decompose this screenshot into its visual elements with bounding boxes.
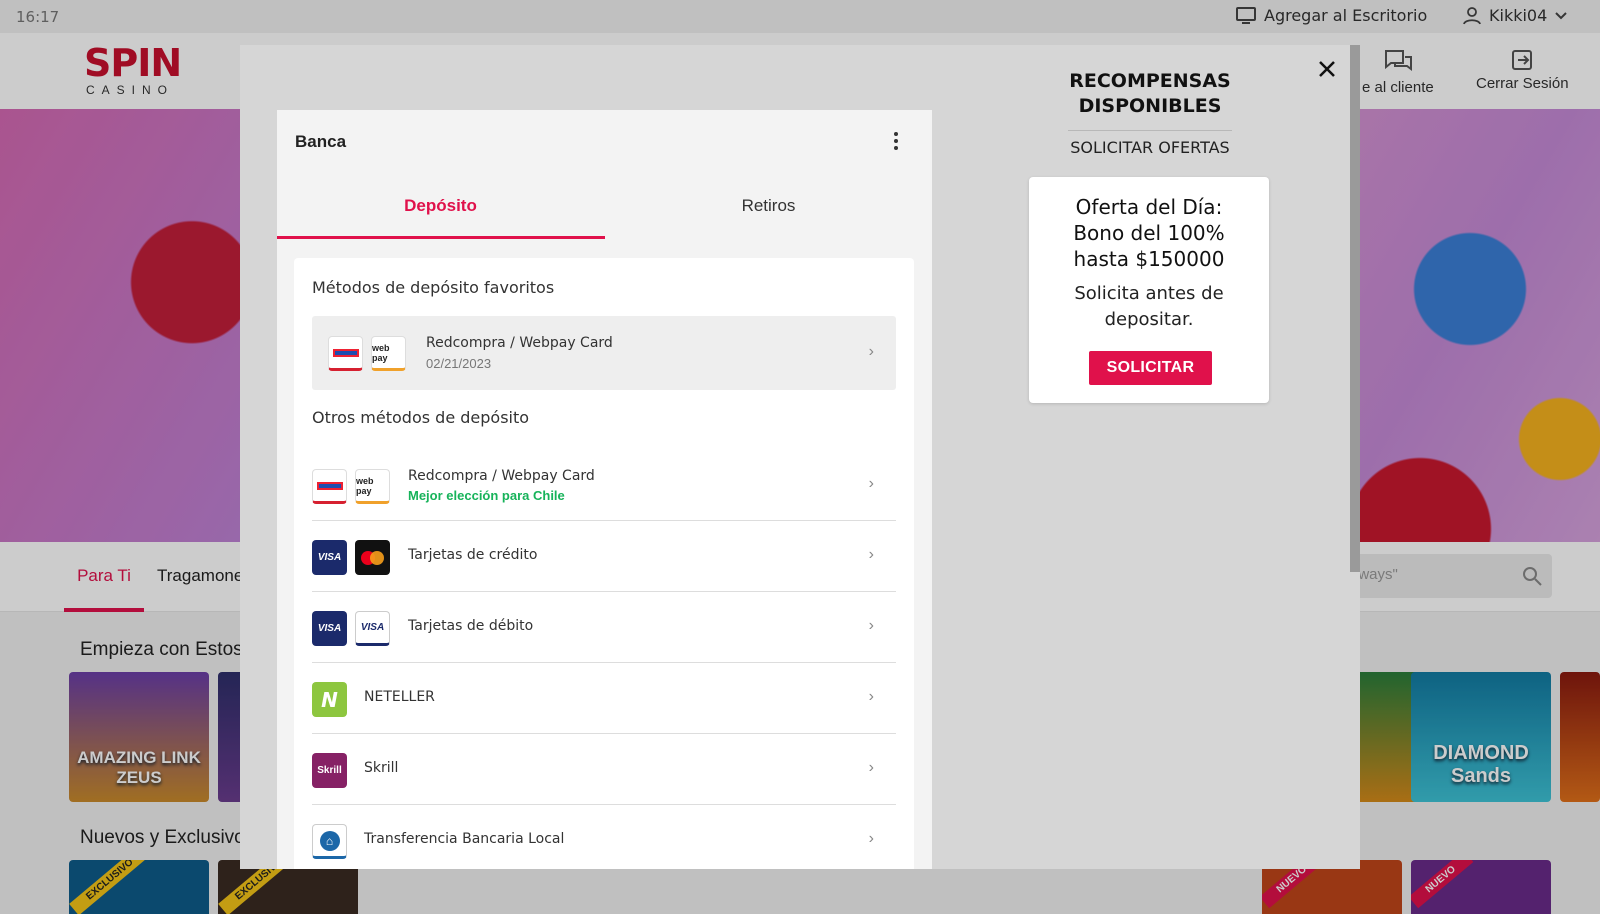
redcompra-logo [312, 469, 347, 504]
webpay-logo: web pay [355, 469, 390, 504]
last-used-date: 02/21/2023 [426, 356, 492, 371]
chevron-right-icon: › [868, 759, 874, 776]
mastercard-logo [355, 540, 390, 575]
method-name: Redcompra / Webpay Card [408, 468, 595, 484]
method-row-skrill[interactable]: Skrill Skrill › [312, 735, 896, 805]
close-icon [1319, 61, 1335, 77]
deposit-methods-card: Métodos de depósito favoritos web pay Re… [294, 258, 914, 869]
skrill-logo: Skrill [312, 753, 347, 788]
more-options-icon[interactable] [890, 130, 902, 152]
method-row-debit-cards[interactable]: VISA VISA Tarjetas de débito › [312, 593, 896, 663]
favorite-method-redcompra[interactable]: web pay Redcompra / Webpay Card 02/21/20… [312, 316, 896, 390]
offer-description: Solicita antes de depositar. [1074, 283, 1224, 330]
chevron-right-icon: › [868, 830, 874, 847]
method-name: Skrill [364, 760, 399, 776]
divider [1068, 130, 1232, 131]
tab-withdrawals[interactable]: Retiros [605, 196, 932, 216]
recommended-note: Mejor elección para Chile [408, 488, 565, 503]
visa-logo: VISA [312, 611, 347, 646]
webpay-logo: web pay [371, 336, 406, 371]
banking-title: Banca [295, 132, 347, 151]
method-row-credit-cards[interactable]: VISA Tarjetas de crédito › [312, 522, 896, 592]
visa-debit-logo: VISA [355, 611, 390, 646]
request-offers-link[interactable]: SOLICITAR OFERTAS [1040, 138, 1260, 157]
method-name: Redcompra / Webpay Card [426, 335, 613, 351]
claim-offer-button[interactable]: SOLICITAR [1089, 351, 1212, 385]
chevron-right-icon: › [868, 688, 874, 705]
tab-deposit[interactable]: Depósito [277, 196, 604, 216]
favorites-heading: Métodos de depósito favoritos [312, 278, 555, 297]
modal-scrollbar[interactable] [1350, 45, 1360, 572]
method-name: Tarjetas de débito [408, 618, 534, 634]
banking-panel: Banca Depósito Retiros Métodos de depósi… [277, 110, 932, 869]
chevron-right-icon: › [868, 617, 874, 634]
offer-title: Oferta del Día: Bono del 100% hasta $150… [1073, 195, 1225, 271]
active-tab-indicator [277, 236, 605, 239]
visa-logo: VISA [312, 540, 347, 575]
chevron-right-icon: › [868, 343, 874, 360]
method-name: Tarjetas de crédito [408, 547, 538, 563]
method-name: Transferencia Bancaria Local [364, 831, 565, 847]
chevron-right-icon: › [868, 546, 874, 563]
other-methods-heading: Otros métodos de depósito [312, 408, 530, 427]
redcompra-logo [328, 336, 363, 371]
method-row-neteller[interactable]: N NETELLER › [312, 664, 896, 734]
bank-icon: ⌂ [312, 824, 347, 859]
method-row-bank-transfer[interactable]: ⌂ Transferencia Bancaria Local › [312, 806, 896, 869]
close-modal-button[interactable] [1314, 56, 1340, 82]
neteller-logo: N [312, 682, 347, 717]
method-name: NETELLER [364, 689, 435, 705]
method-row-redcompra[interactable]: web pay Redcompra / Webpay Card Mejor el… [312, 451, 896, 521]
chevron-right-icon: › [868, 475, 874, 492]
offer-card: Oferta del Día: Bono del 100% hasta $150… [1029, 177, 1269, 403]
rewards-title: RECOMPENSAS DISPONIBLES [1069, 70, 1231, 117]
